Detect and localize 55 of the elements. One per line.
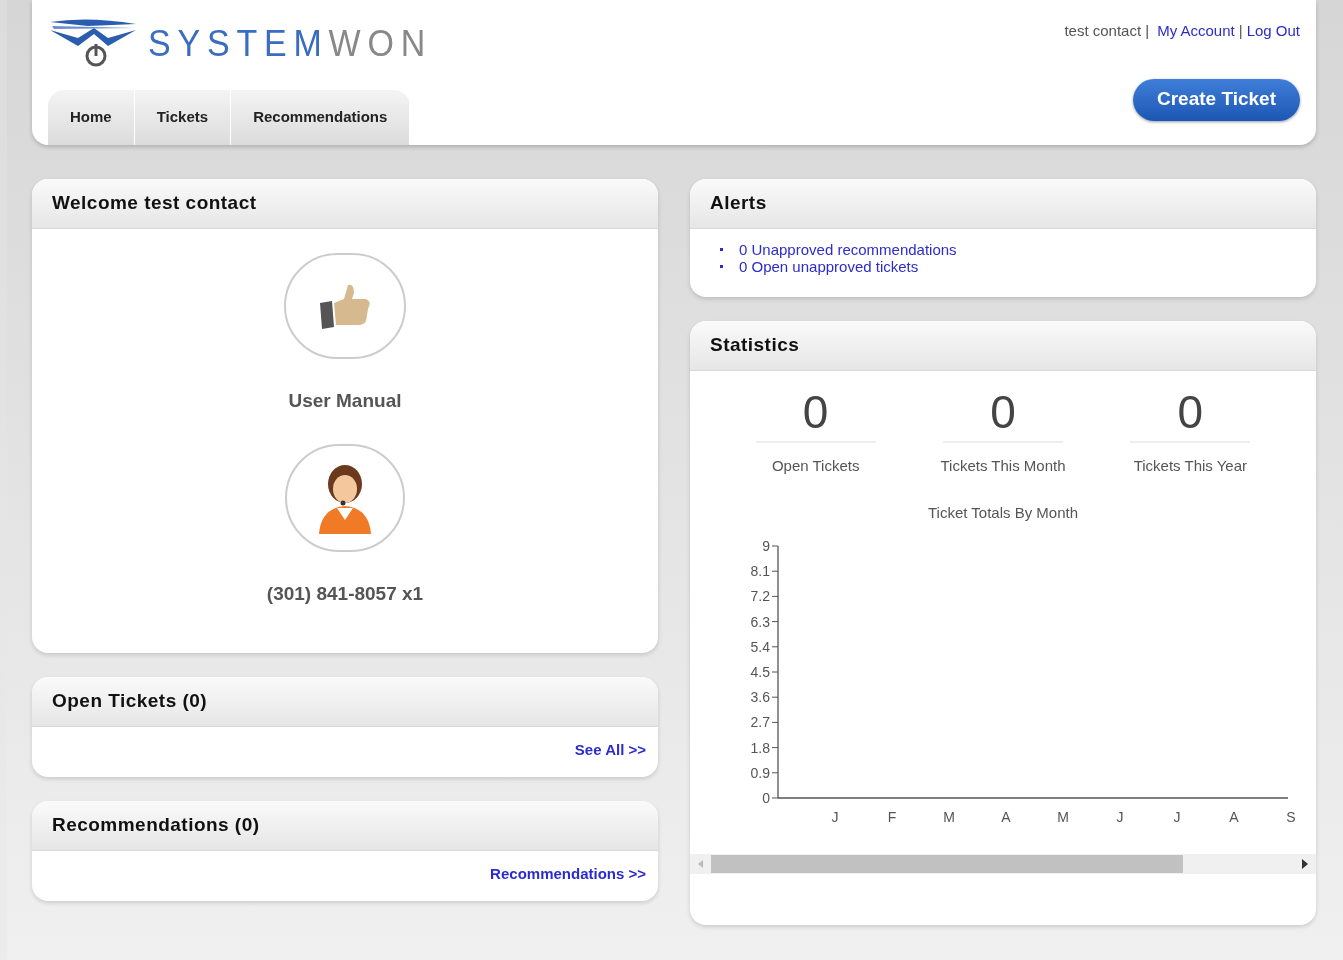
alert-link[interactable]: 0 Unapproved recommendations (739, 241, 957, 258)
recommendations-link[interactable]: Recommendations >> (490, 863, 646, 886)
thumbs-up-button[interactable] (284, 253, 406, 359)
scroll-left-icon (698, 860, 703, 868)
y-tick-label: 4.5 (750, 664, 770, 680)
bullet-icon (720, 265, 723, 268)
x-tick-label: M (943, 809, 955, 825)
user-name: test contact | (1064, 21, 1150, 41)
horizontal-scrollbar[interactable] (690, 854, 1316, 874)
stat-label: Tickets This Year (1133, 456, 1247, 476)
y-tick-label: 3.6 (750, 689, 770, 706)
y-tick-label: 8.1 (750, 563, 770, 580)
support-button[interactable] (285, 443, 405, 552)
y-tick-label: 7.2 (750, 588, 770, 605)
stat-value: 0 (1130, 383, 1251, 443)
x-tick-label: A (1001, 809, 1011, 825)
stat-label: Tickets This Month (940, 456, 1066, 476)
nav-tab[interactable]: Tickets (134, 90, 232, 145)
create-ticket-button[interactable]: Create Ticket (1133, 78, 1300, 121)
bullet-icon (720, 248, 723, 251)
y-tick-label: 5.4 (750, 638, 770, 655)
alert-link[interactable]: 0 Open unapproved tickets (739, 258, 919, 275)
x-tick-label: F (887, 809, 897, 825)
x-tick-label: J (831, 809, 839, 825)
nav-tab[interactable]: Recommendations (231, 90, 411, 145)
y-tick-label: 0 (762, 790, 770, 806)
see-all-link[interactable]: See All >> (574, 739, 646, 762)
y-tick-label: 1.8 (750, 739, 770, 756)
y-tick-label: 0.9 (750, 764, 770, 781)
my-account-link[interactable]: My Account (1157, 20, 1235, 43)
stat-label: Open Tickets (771, 456, 860, 476)
x-tick-label: S (1286, 809, 1296, 825)
log-out-link[interactable]: Log Out (1246, 20, 1300, 43)
chart-title: Ticket Totals By Month (927, 502, 1079, 523)
panel-title: Alerts (710, 191, 767, 216)
separator: | (1238, 21, 1243, 41)
x-tick-label: J (1116, 809, 1124, 825)
y-tick-label: 6.3 (750, 613, 770, 630)
logo-text: SYSTEM WON (148, 21, 433, 66)
y-tick-label: 9 (762, 538, 770, 554)
x-tick-label: A (1229, 809, 1239, 825)
nav-tab[interactable]: Home (48, 90, 135, 145)
x-tick-label: J (1173, 809, 1181, 825)
y-tick-label: 2.7 (750, 714, 770, 731)
stat-value: 0 (755, 383, 876, 443)
panel-title: Welcome test contact (52, 191, 257, 216)
stat-value: 0 (943, 383, 1063, 443)
panel-title: Statistics (710, 333, 800, 358)
panel-title: Recommendations (0) (52, 813, 260, 838)
user-manual-label: User Manual (288, 389, 402, 413)
panel-title: Open Tickets (0) (52, 689, 208, 714)
scrollbar-thumb[interactable] (711, 855, 1183, 873)
scroll-right-icon (1302, 859, 1308, 869)
x-tick-label: M (1057, 809, 1069, 825)
phone-number: (301) 841-8057 x1 (266, 581, 424, 606)
